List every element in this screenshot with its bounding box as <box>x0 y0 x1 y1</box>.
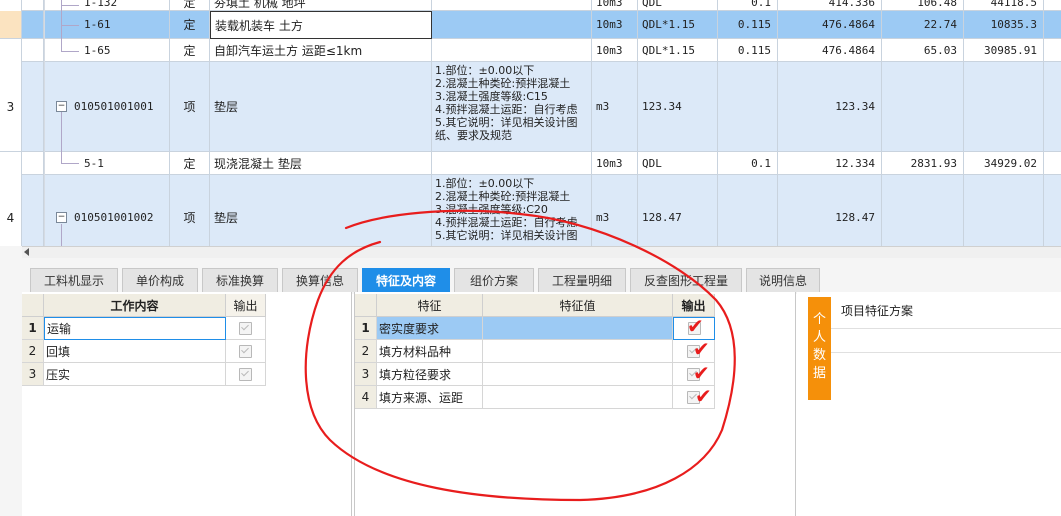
red-circle-annotation <box>304 209 736 502</box>
